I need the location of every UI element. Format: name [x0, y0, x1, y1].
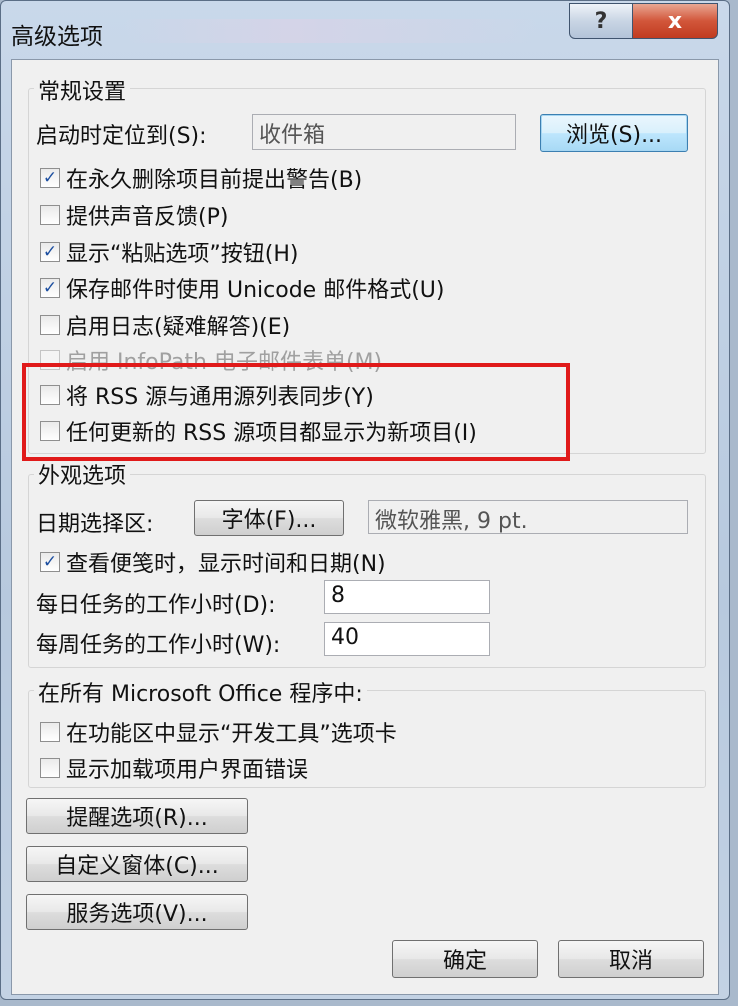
checkbox-label: 在永久删除项目前提出警告(B) — [66, 168, 363, 193]
help-icon: ? — [594, 8, 608, 34]
dialog-body: 常规设置 启动时定位到(S): 收件箱 浏览(S)... ✓ 在永久删除项目前提… — [11, 59, 719, 995]
weekly-hours-input[interactable]: 40 — [324, 622, 490, 656]
checkbox-box[interactable] — [40, 758, 60, 778]
date-picker-label: 日期选择区: — [36, 512, 154, 537]
checkbox-label: 保存邮件时使用 Unicode 邮件格式(U) — [66, 278, 445, 303]
title-bar[interactable]: 高级选项 ? x — [1, 1, 729, 59]
startup-folder-field[interactable]: 收件箱 — [252, 114, 516, 150]
checkbox-label: 查看便笺时，显示时间和日期(N) — [66, 552, 386, 577]
daily-hours-input[interactable]: 8 — [324, 580, 490, 614]
office-legend: 在所有 Microsoft Office 程序中: — [34, 676, 367, 708]
browse-button[interactable]: 浏览(S)... — [540, 114, 688, 152]
close-icon: x — [667, 8, 683, 34]
checkbox-box[interactable]: ✓ — [40, 278, 60, 298]
general-settings-legend: 常规设置 — [34, 74, 131, 106]
custom-form-button[interactable]: 自定义窗体(C)... — [26, 846, 248, 882]
checkbox-label: 启用日志(疑难解答)(E) — [66, 315, 291, 340]
addin-errors-checkbox[interactable]: 显示加载项用户界面错误 — [40, 752, 308, 784]
checkbox-label: 显示“粘贴选项”按钮(H) — [66, 242, 299, 267]
developer-tab-checkbox[interactable]: 在功能区中显示“开发工具”选项卡 — [40, 716, 397, 748]
cancel-button[interactable]: 取消 — [558, 940, 704, 978]
appearance-legend: 外观选项 — [34, 458, 131, 490]
help-button[interactable]: ? — [569, 3, 633, 39]
checkbox-box[interactable] — [40, 722, 60, 742]
service-options-button[interactable]: 服务选项(V)... — [26, 894, 248, 930]
checkbox-label: 显示加载项用户界面错误 — [66, 758, 309, 783]
close-button[interactable]: x — [632, 3, 718, 39]
checkbox-box[interactable]: ✓ — [40, 168, 60, 188]
warn-before-delete-checkbox[interactable]: ✓ 在永久删除项目前提出警告(B) — [40, 162, 362, 194]
advanced-options-dialog: 高级选项 ? x 常规设置 启动时定位到(S): 收件箱 浏览(S)... ✓ … — [0, 0, 730, 1000]
enable-logging-checkbox[interactable]: 启用日志(疑难解答)(E) — [40, 309, 290, 341]
font-value-field: 微软雅黑, 9 pt. — [368, 500, 688, 534]
checkbox-label: 提供声音反馈(P) — [66, 205, 229, 230]
checkbox-box[interactable]: ✓ — [40, 552, 60, 572]
checkbox-box[interactable]: ✓ — [40, 242, 60, 262]
reminder-options-button[interactable]: 提醒选项(R)... — [26, 798, 248, 834]
dialog-title: 高级选项 — [11, 24, 103, 50]
title-bar-blur — [121, 19, 541, 43]
font-button[interactable]: 字体(F)... — [194, 500, 344, 536]
rss-options-highlight-box — [22, 363, 570, 461]
paste-options-checkbox[interactable]: ✓ 显示“粘贴选项”按钮(H) — [40, 236, 299, 268]
show-note-time-checkbox[interactable]: ✓ 查看便笺时，显示时间和日期(N) — [40, 546, 386, 578]
sound-feedback-checkbox[interactable]: 提供声音反馈(P) — [40, 199, 228, 231]
daily-hours-label: 每日任务的工作小时(D): — [36, 593, 276, 618]
checkbox-box[interactable] — [40, 205, 60, 225]
checkbox-box[interactable] — [40, 315, 60, 335]
checkbox-label: 在功能区中显示“开发工具”选项卡 — [66, 722, 397, 747]
startup-folder-label: 启动时定位到(S): — [36, 124, 207, 149]
weekly-hours-label: 每周任务的工作小时(W): — [36, 633, 281, 658]
ok-button[interactable]: 确定 — [392, 940, 538, 978]
unicode-format-checkbox[interactable]: ✓ 保存邮件时使用 Unicode 邮件格式(U) — [40, 272, 444, 304]
